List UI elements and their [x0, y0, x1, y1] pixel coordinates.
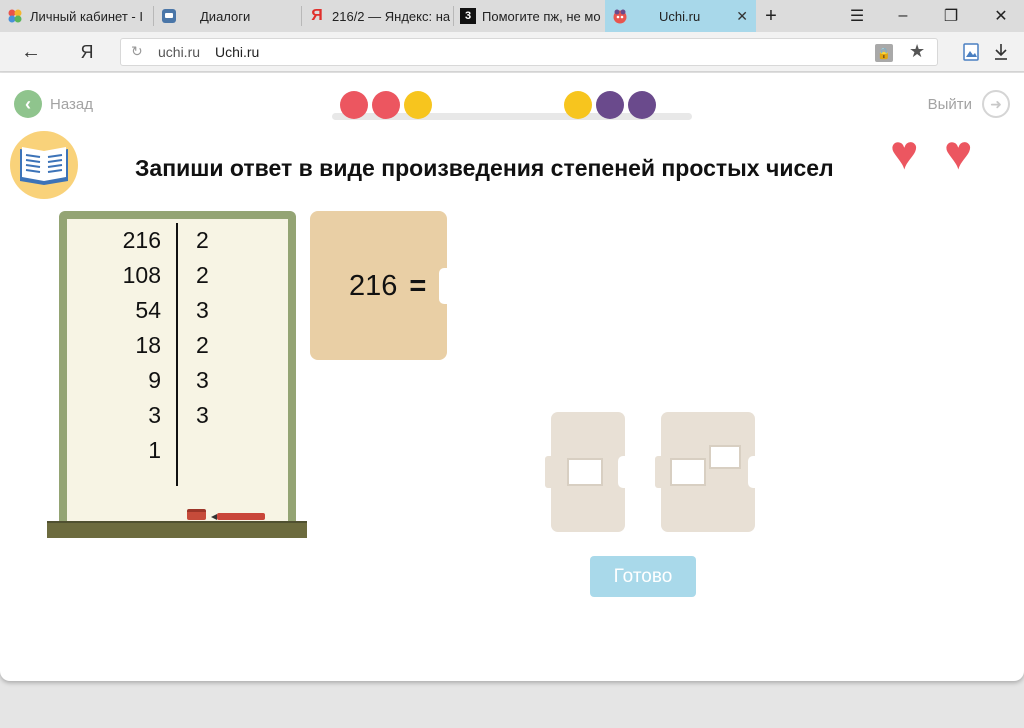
tab-label: Диалоги	[200, 8, 251, 24]
uchi-icon	[611, 7, 629, 25]
close-tab-icon[interactable]: ✕	[736, 8, 748, 25]
tile-connector	[655, 456, 664, 488]
znanija-icon: 3	[460, 8, 476, 24]
divisor-value: 3	[196, 297, 209, 323]
chat-icon	[160, 7, 178, 25]
chalk-icon	[211, 513, 265, 520]
power-tile[interactable]	[655, 412, 755, 532]
dividend-value: 54	[135, 297, 161, 323]
dividend-value: 108	[122, 262, 161, 288]
heart-icon: ♥	[890, 127, 919, 180]
tab-znanija[interactable]: 3 Помогите пж, не мо	[454, 0, 604, 32]
divisor-value: 2	[196, 227, 209, 253]
dividend-value: 216	[122, 227, 161, 253]
dividend-value: 3	[148, 402, 161, 428]
tab-label: Личный кабинет - I	[30, 8, 143, 24]
number-tile[interactable]	[545, 412, 625, 532]
multicolor-dots-icon	[6, 7, 24, 25]
gallery-icon[interactable]	[959, 40, 983, 64]
tile-connector	[545, 456, 554, 488]
base-box[interactable]	[670, 458, 706, 486]
restore-icon[interactable]: ❐	[928, 0, 974, 32]
progress-dot	[404, 91, 432, 119]
heart-icon: ♥	[944, 127, 973, 180]
tab-personal-account[interactable]: Личный кабинет - I	[0, 0, 152, 32]
division-line	[176, 223, 178, 486]
bookmark-star-icon[interactable]: ★	[909, 41, 925, 62]
address-bar: ← Я ↻ uchi.ru Uchi.ru 🔒 ★	[0, 32, 1024, 72]
url-page-title: Uchi.ru	[215, 44, 260, 60]
tile-slot	[618, 456, 625, 488]
divisor-value: 3	[196, 402, 209, 428]
close-window-icon[interactable]: ✕	[978, 0, 1024, 32]
dividend-value: 18	[135, 332, 161, 358]
tab-label: Помогите пж, не мо	[482, 8, 601, 24]
divisor-value: 2	[196, 262, 209, 288]
exit-button[interactable]: Выйти ➜	[928, 90, 1010, 118]
dividend-value: 9	[148, 367, 161, 393]
tab-label: 216/2 — Яндекс: на	[332, 8, 451, 24]
tab-yandex-search[interactable]: Я 216/2 — Яндекс: на	[302, 0, 452, 32]
tab-label: Uchi.ru	[659, 8, 701, 24]
progress-dot	[596, 91, 624, 119]
equation-left: 216	[349, 270, 398, 302]
lock-icon[interactable]: 🔒	[875, 44, 893, 62]
url-domain: uchi.ru	[158, 44, 201, 60]
back-label: Назад	[50, 95, 93, 113]
book-icon[interactable]	[10, 131, 78, 199]
reload-icon[interactable]: ↻	[131, 43, 143, 60]
yandex-logo[interactable]: Я	[72, 38, 102, 66]
menu-icon[interactable]: ☰	[834, 0, 880, 32]
progress-dot	[340, 91, 368, 119]
done-button[interactable]: Готово	[590, 556, 696, 597]
divisor-value: 3	[196, 367, 209, 393]
divisor-value: 2	[196, 332, 209, 358]
exit-label: Выйти	[927, 95, 972, 113]
eraser-icon	[187, 509, 206, 520]
url-field[interactable]: ↻ uchi.ru Uchi.ru 🔒 ★	[120, 38, 938, 66]
browser-tab-bar: Личный кабинет - I Диалоги Я 216/2 — Янд…	[0, 0, 1024, 32]
progress-dot	[372, 91, 400, 119]
minimize-icon[interactable]: –	[880, 0, 926, 32]
back-button[interactable]: ‹ Назад	[14, 90, 93, 118]
dividend-value: 1	[148, 437, 161, 463]
yandex-icon: Я	[311, 7, 323, 24]
chevron-left-icon: ‹	[14, 90, 42, 118]
number-box[interactable]	[567, 458, 603, 486]
tile-slot	[748, 456, 755, 488]
progress-dot	[628, 91, 656, 119]
task-title: Запиши ответ в виде произведения степене…	[135, 155, 834, 181]
new-tab-button[interactable]: +	[748, 0, 794, 32]
equation: 216 =	[349, 270, 426, 303]
progress-dot	[564, 91, 592, 119]
tab-uchi[interactable]: Uchi.ru ✕	[605, 0, 756, 32]
back-arrow-icon[interactable]: ←	[16, 38, 46, 66]
chalkboard-ledge	[47, 521, 307, 538]
exponent-box[interactable]	[709, 445, 741, 469]
answer-drop-slot[interactable]	[439, 268, 447, 304]
exit-icon: ➜	[982, 90, 1010, 118]
tab-dialogs[interactable]: Диалоги	[154, 0, 300, 32]
lesson-page: ‹ Назад Выйти ➜ Запиши ответ в виде прои…	[0, 73, 1024, 681]
download-icon[interactable]	[989, 40, 1013, 64]
equals-sign: =	[409, 270, 427, 302]
